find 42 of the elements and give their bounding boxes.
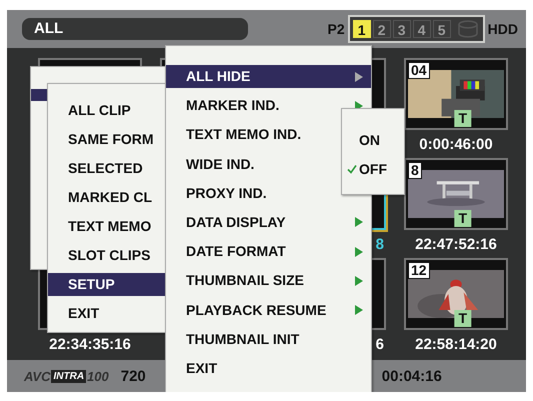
media-label: P2 bbox=[328, 21, 345, 37]
submenu-arrow-icon bbox=[355, 72, 363, 82]
menu-item[interactable]: ON bbox=[342, 125, 404, 154]
format-label: 720 bbox=[120, 368, 146, 384]
filter-label: ALL bbox=[22, 18, 248, 40]
text-memo-mark: T bbox=[454, 210, 472, 227]
codec-logo-text: 100 bbox=[87, 368, 109, 384]
drive-label: HDD bbox=[488, 21, 518, 37]
menu-item[interactable]: PLAYBACK RESUME bbox=[166, 298, 371, 322]
submenu-arrow-icon bbox=[355, 246, 363, 257]
timecode: 8 bbox=[376, 236, 384, 253]
timecode: 22:47:52:16 bbox=[415, 236, 497, 253]
codec-logo-text: AVC bbox=[24, 368, 50, 384]
menu-item[interactable]: DATE FORMAT bbox=[166, 240, 371, 264]
slot-number: 5 bbox=[432, 20, 451, 38]
slot-number: 2 bbox=[372, 20, 391, 38]
text-memo-mark: T bbox=[454, 110, 472, 127]
clip-number: 04 bbox=[408, 62, 430, 79]
menu-item[interactable]: EXIT bbox=[166, 356, 371, 380]
thumbnail[interactable]: 04 T bbox=[404, 58, 508, 130]
timecode: 0:00:46:00 bbox=[419, 136, 493, 153]
codec-logo-badge: INTRA bbox=[51, 370, 86, 382]
timecode: 22:58:14:20 bbox=[415, 336, 497, 353]
slot-number: 4 bbox=[412, 20, 431, 38]
submenu-arrow-icon bbox=[355, 217, 363, 228]
slot-number: 3 bbox=[392, 20, 411, 38]
text-memo-mark: T bbox=[454, 310, 472, 327]
clip-number: 8 bbox=[408, 162, 422, 179]
thumbnail[interactable]: 12 T bbox=[404, 258, 508, 330]
timecode: 22:34:35:16 bbox=[49, 336, 131, 353]
submenu-arrow-icon bbox=[355, 305, 363, 315]
submenu-arrow-icon bbox=[355, 276, 363, 286]
thumbnail[interactable]: 8 T bbox=[404, 158, 508, 230]
clip-number: 12 bbox=[408, 262, 430, 279]
menu-item[interactable]: ALL HIDE bbox=[166, 65, 371, 88]
menu-item[interactable]: THUMBNAIL INIT bbox=[166, 328, 371, 351]
menu-item[interactable]: DATA DISPLAY bbox=[166, 210, 371, 234]
timecode: 6 bbox=[376, 336, 384, 353]
duration-label: 00:04:16 bbox=[382, 368, 442, 384]
disk-icon bbox=[456, 20, 480, 38]
slot-number: 1 bbox=[352, 20, 371, 38]
menu-item[interactable]: OFF bbox=[342, 154, 404, 183]
